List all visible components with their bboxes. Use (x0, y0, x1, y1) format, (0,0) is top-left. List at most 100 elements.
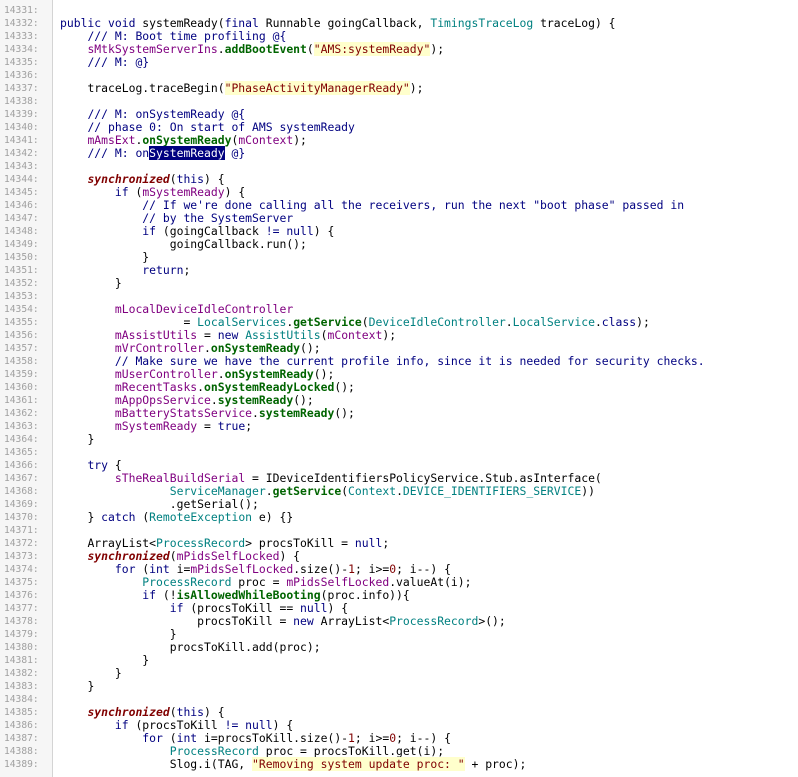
code-text[interactable]: } (60, 680, 94, 693)
code-token: if (142, 588, 163, 602)
code-token: ) { (279, 549, 301, 563)
code-text[interactable]: } catch (RemoteException e) {} (60, 511, 293, 524)
line-number: 14352: (4, 278, 39, 289)
code-text[interactable]: Slog.i(TAG, "Removing system update proc… (60, 757, 527, 771)
code-lines[interactable]: 14331: 14332: public void systemReady(fina… (0, 4, 798, 771)
code-editor[interactable]: 14331: 14332: public void systemReady(fina… (0, 0, 798, 777)
code-token: .getSerial(); (169, 497, 259, 511)
code-line[interactable]: 14342: /// M: onSystemReady @} (0, 146, 798, 160)
line-number: 14345: (4, 187, 39, 198)
code-token: mContext (327, 328, 383, 342)
code-token: + proc); (464, 757, 527, 771)
code-token: i=procsToKill.size()- (204, 731, 349, 745)
code-text[interactable]: } (60, 433, 94, 446)
code-token: = (197, 328, 218, 342)
code-token: mPidsSelfLocked (286, 575, 390, 589)
line-number: 14388: (4, 746, 39, 757)
code-token: ); (430, 42, 445, 56)
code-token: if (169, 601, 191, 615)
code-token: systemReady (258, 406, 335, 420)
code-token: this (176, 705, 205, 719)
code-token: (procsToKill (135, 718, 225, 732)
code-token: true (217, 419, 246, 433)
code-line[interactable]: 14389: Slog.i(TAG, "Removing system upda… (0, 757, 798, 771)
code-token: (); (300, 341, 321, 355)
code-token: . (217, 42, 225, 56)
code-token: synchronized (87, 705, 170, 719)
code-token: mAssistUtils (114, 328, 198, 342)
line-number: 14370: (4, 512, 39, 523)
code-token: synchronized (87, 549, 170, 563)
code-token: Context (348, 484, 397, 498)
code-token: . (265, 484, 273, 498)
code-token: ; (183, 263, 191, 277)
code-token: != null (265, 224, 314, 238)
code-token: ; (245, 419, 253, 433)
code-token: traceLog) { (533, 16, 616, 30)
code-token: "PhaseActivityManagerReady" (224, 81, 410, 95)
code-token: )) (581, 484, 595, 498)
code-token: new (293, 614, 321, 628)
code-token: .size()- (293, 562, 349, 576)
code-token: Slog.i(TAG, (169, 757, 253, 771)
code-token: null (300, 601, 328, 615)
code-token: . (594, 315, 602, 329)
code-token: /// M: onSystemReady @{ (87, 107, 246, 121)
code-line[interactable]: 14335: /// M: @} (0, 56, 798, 69)
code-token: mVrController (114, 341, 205, 355)
code-token: LocalServices (197, 315, 287, 329)
code-text[interactable]: /// M: onSystemReady @} (60, 146, 245, 160)
code-token: e) {} (252, 510, 294, 524)
line-number: 14369: (4, 499, 39, 510)
code-token: onSystemReady (224, 367, 314, 381)
code-token: LocalService (512, 315, 595, 329)
code-token: = IDeviceIdentifiersPolicyService.Stub.a… (245, 471, 602, 485)
line-number: 14385: (4, 707, 39, 718)
code-token: } (142, 250, 150, 264)
code-line[interactable]: 14352: } (0, 277, 798, 290)
code-token: ) { (224, 185, 246, 199)
code-token: 1 (348, 731, 355, 745)
line-number: 14375: (4, 577, 39, 588)
code-token: "AMS:systemReady" (313, 42, 431, 56)
code-token: if (114, 718, 136, 732)
code-line[interactable]: 14364: } (0, 433, 798, 446)
code-token: onSystemReadyLocked (204, 380, 335, 394)
code-line[interactable]: 14382: } (0, 667, 798, 680)
code-line[interactable]: 14363: mSystemReady = true; (0, 420, 798, 433)
line-number: 14336: (4, 70, 39, 81)
line-number: 14348: (4, 226, 39, 237)
line-number: 14361: (4, 395, 39, 406)
code-line[interactable]: 14370: } catch (RemoteException e) {} (0, 511, 798, 524)
code-token: sTheRealBuildSerial (114, 471, 246, 485)
line-number: 14343: (4, 161, 39, 172)
code-token: ( (169, 172, 177, 186)
code-token: mAppOpsService (114, 393, 211, 407)
line-number: 14381: (4, 655, 39, 666)
code-token: systemReady (217, 393, 294, 407)
code-token: .valueAt(i); (389, 575, 472, 589)
line-number: 14339: (4, 109, 39, 120)
code-token: . (197, 380, 205, 394)
code-token: class (601, 315, 637, 329)
code-token: // If we're done calling all the receive… (142, 198, 685, 212)
code-text[interactable]: } (60, 277, 122, 290)
code-token: (); (313, 367, 335, 381)
line-number: 14351: (4, 265, 39, 276)
code-token: synchronized (87, 172, 170, 186)
code-line[interactable]: 14337: traceLog.traceBegin("PhaseActivit… (0, 81, 798, 95)
line-number: 14386: (4, 720, 39, 731)
code-line[interactable]: 14383: } (0, 680, 798, 693)
code-token: ( (169, 731, 177, 745)
code-token: != null (224, 718, 273, 732)
line-number: 14371: (4, 525, 39, 536)
code-token: public void (60, 16, 143, 30)
code-token: ProcessRecord (389, 614, 479, 628)
code-token: . (396, 484, 403, 498)
code-token: AssistUtils (245, 328, 321, 342)
line-number: 14358: (4, 356, 39, 367)
code-text[interactable]: traceLog.traceBegin("PhaseActivityManage… (60, 81, 423, 95)
code-text[interactable]: /// M: @} (60, 56, 149, 69)
code-token: if (142, 224, 163, 238)
code-token: /// M: on (87, 146, 150, 160)
